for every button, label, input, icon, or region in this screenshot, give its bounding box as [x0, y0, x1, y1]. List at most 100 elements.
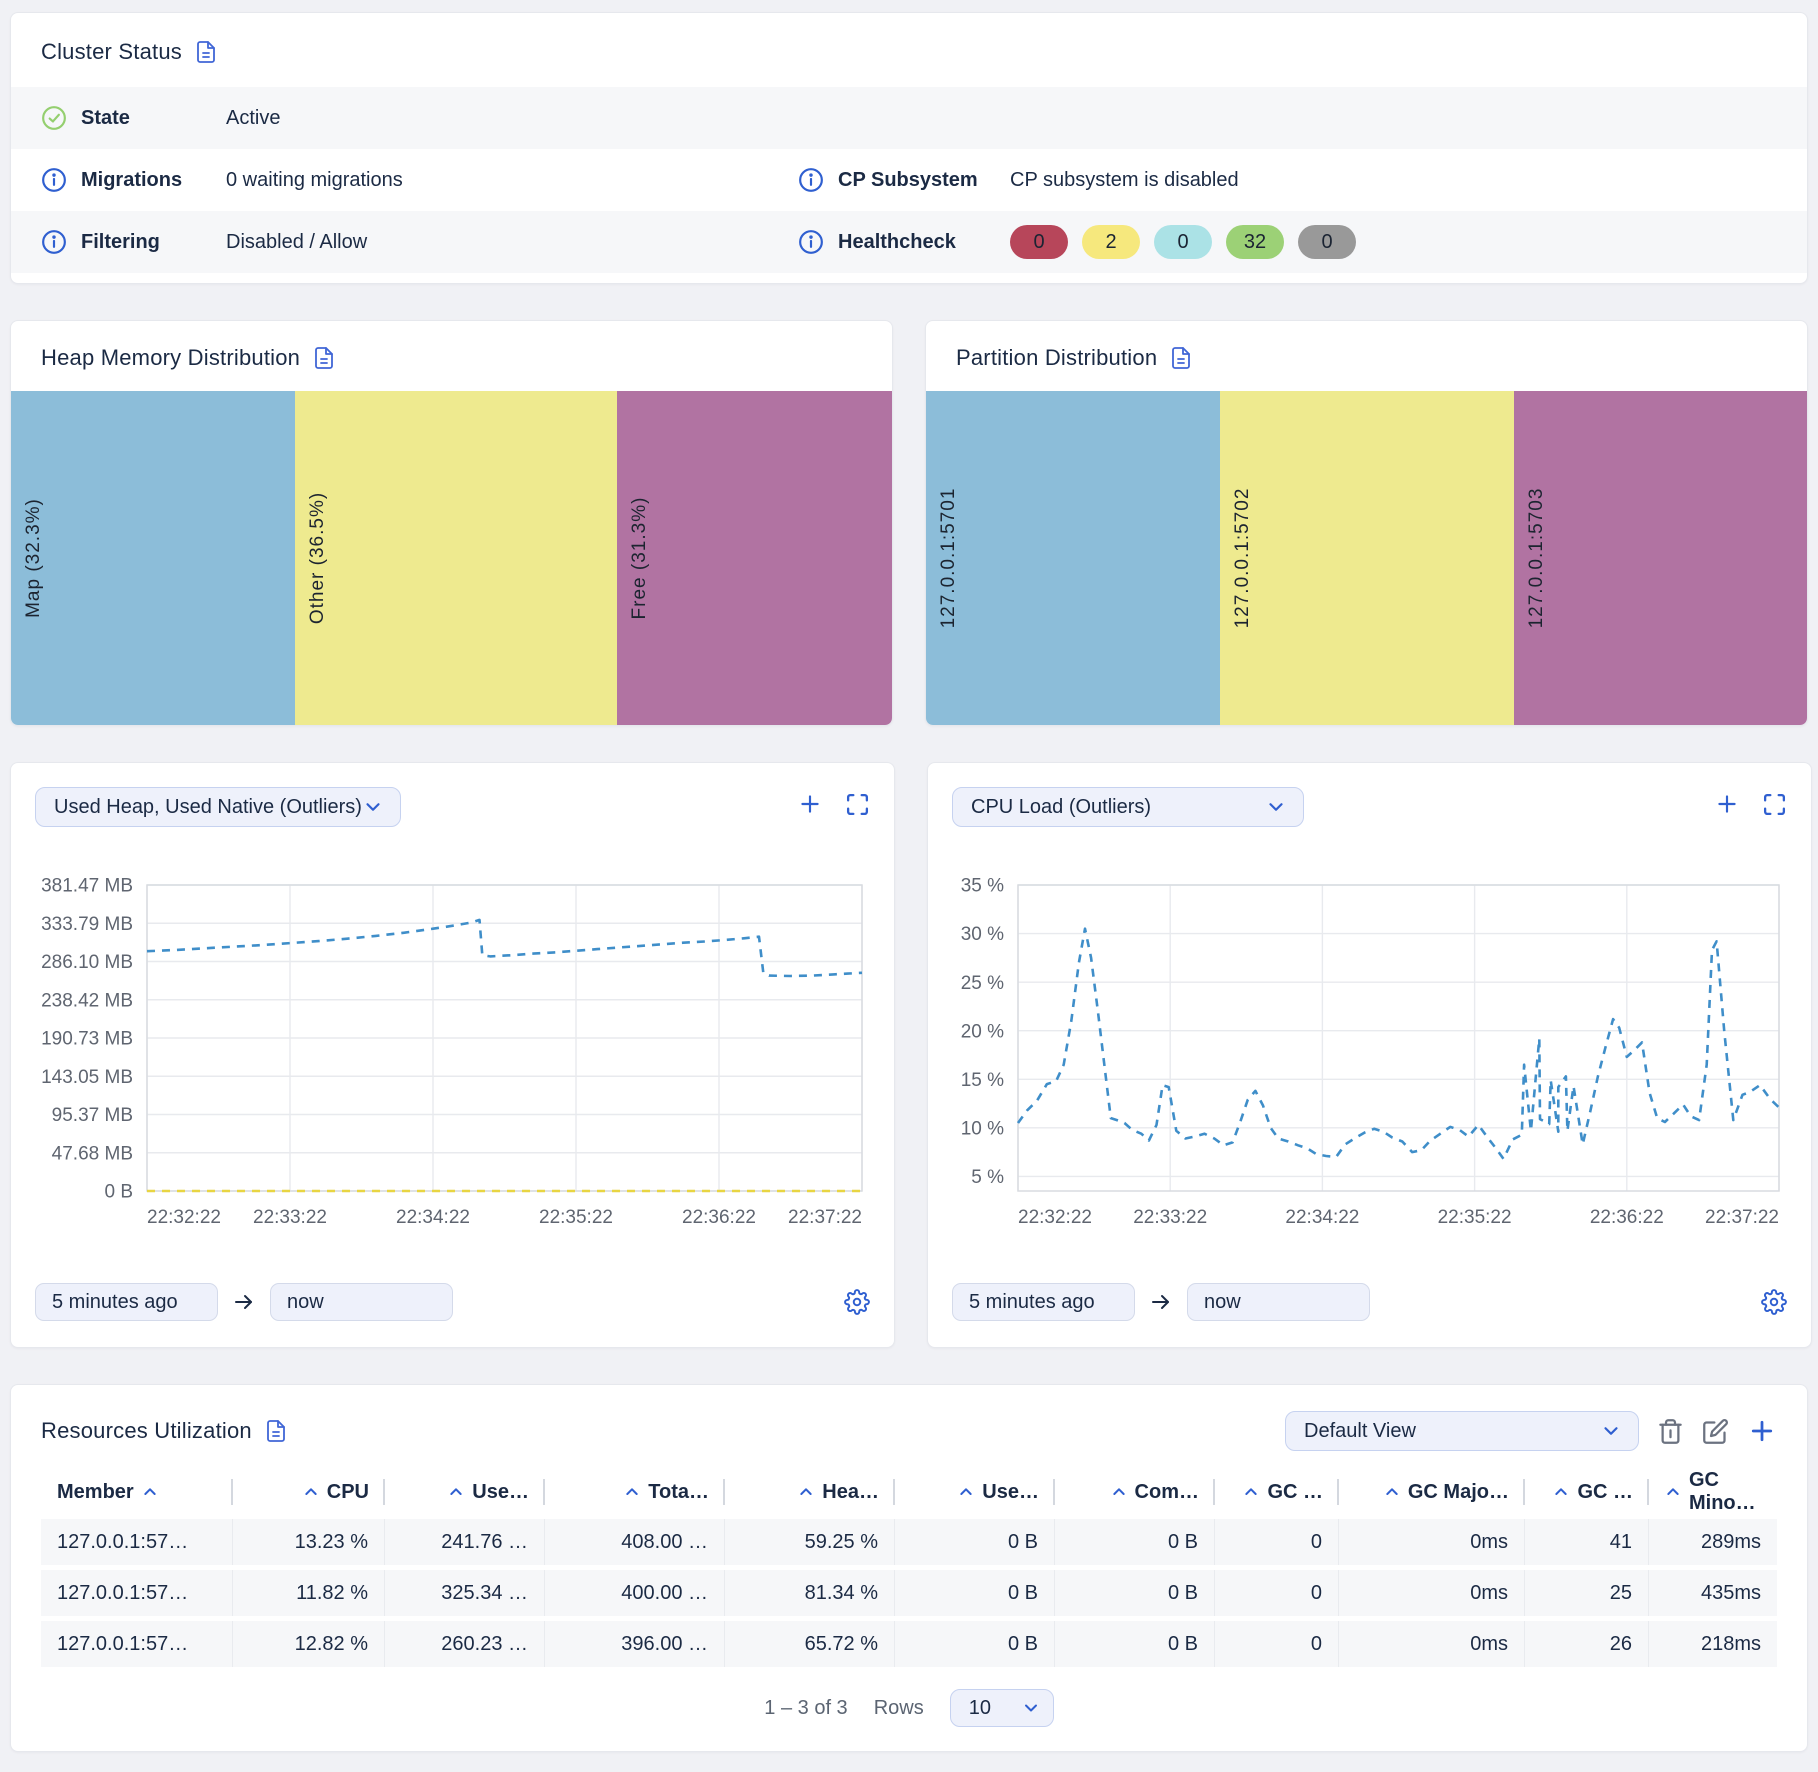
gear-icon[interactable]: [844, 1289, 870, 1315]
edit-view-icon[interactable]: [1702, 1418, 1729, 1445]
table-cell: 12.82 %: [233, 1621, 385, 1667]
distribution-segment[interactable]: Free (31.3%): [617, 391, 892, 725]
distribution-segment[interactable]: 127.0.0.1:5703: [1514, 391, 1807, 725]
distribution-segment[interactable]: 127.0.0.1:5701: [926, 391, 1220, 725]
column-header-label: Use…: [472, 1481, 529, 1504]
document-icon[interactable]: [312, 345, 336, 371]
table-cell: 25: [1525, 1570, 1649, 1616]
heap-distribution-title: Heap Memory Distribution: [41, 345, 300, 371]
column-header-4[interactable]: Hea…: [725, 1481, 895, 1504]
distribution-segment[interactable]: 127.0.0.1:5702: [1220, 391, 1513, 725]
column-header-7[interactable]: GC …: [1215, 1481, 1339, 1504]
table-cell: 127.0.0.1:57…: [41, 1621, 233, 1667]
svg-text:22:35:22: 22:35:22: [1438, 1207, 1512, 1228]
svg-text:238.42 MB: 238.42 MB: [41, 990, 133, 1011]
resources-utilization-title: Resources Utilization: [41, 1418, 252, 1444]
svg-text:47.68 MB: 47.68 MB: [52, 1143, 133, 1164]
svg-text:22:32:22: 22:32:22: [1018, 1207, 1092, 1228]
distribution-segment-label: 127.0.0.1:5701: [938, 488, 960, 629]
table-cell: 81.34 %: [725, 1570, 895, 1616]
column-header-label: GC …: [1267, 1481, 1323, 1504]
table-cell: 127.0.0.1:57…: [41, 1519, 233, 1565]
state-row: State Active: [11, 87, 1807, 149]
column-header-2[interactable]: Use…: [385, 1481, 545, 1504]
rows-per-page-label: Rows: [874, 1697, 924, 1720]
table-row[interactable]: 127.0.0.1:57…11.82 %325.34 …400.00 …81.3…: [41, 1570, 1777, 1616]
column-header-8[interactable]: GC Majo…: [1339, 1481, 1525, 1504]
column-header-6[interactable]: Com…: [1055, 1481, 1215, 1504]
info-icon[interactable]: [41, 229, 67, 255]
sort-caret-icon[interactable]: [1553, 1484, 1569, 1500]
table-cell: 127.0.0.1:57…: [41, 1570, 233, 1616]
column-header-1[interactable]: CPU: [233, 1481, 385, 1504]
svg-text:22:35:22: 22:35:22: [539, 1207, 613, 1228]
add-chart-icon[interactable]: [1714, 791, 1740, 817]
table-cell: 260.23 …: [385, 1621, 545, 1667]
sort-caret-icon[interactable]: [958, 1484, 974, 1500]
svg-text:35 %: 35 %: [961, 877, 1004, 897]
sort-caret-icon[interactable]: [798, 1484, 814, 1500]
heap-distribution-bar: Map (32.3%)Other (36.5%)Free (31.3%): [11, 391, 892, 725]
time-to-input[interactable]: [270, 1283, 453, 1321]
column-header-5[interactable]: Use…: [895, 1481, 1055, 1504]
sort-caret-icon[interactable]: [1111, 1484, 1127, 1500]
pagination-range: 1 – 3 of 3: [764, 1697, 847, 1720]
time-from-input[interactable]: [952, 1283, 1135, 1321]
column-header-9[interactable]: GC …: [1525, 1481, 1649, 1504]
column-header-10[interactable]: GC Mino…: [1649, 1469, 1777, 1515]
healthcheck-badges: 020320: [1010, 225, 1777, 259]
svg-text:5 %: 5 %: [971, 1167, 1004, 1188]
rows-per-page-select[interactable]: 10: [950, 1689, 1054, 1727]
sort-caret-icon[interactable]: [1665, 1484, 1681, 1500]
metric-select-value: Used Heap, Used Native (Outliers): [54, 796, 362, 819]
table-cell: 241.76 …: [385, 1519, 545, 1565]
column-header-3[interactable]: Tota…: [545, 1481, 725, 1504]
time-to-input[interactable]: [1187, 1283, 1370, 1321]
healthcheck-badge: 0: [1154, 225, 1212, 259]
table-row[interactable]: 127.0.0.1:57…13.23 %241.76 …408.00 …59.2…: [41, 1519, 1777, 1565]
sort-caret-icon[interactable]: [1384, 1484, 1400, 1500]
svg-text:22:37:22: 22:37:22: [1705, 1207, 1779, 1228]
table-row[interactable]: 127.0.0.1:57…12.82 %260.23 …396.00 …65.7…: [41, 1621, 1777, 1667]
document-icon[interactable]: [194, 39, 218, 65]
distribution-segment[interactable]: Other (36.5%): [295, 391, 616, 725]
gear-icon[interactable]: [1761, 1289, 1787, 1315]
add-chart-icon[interactable]: [797, 791, 823, 817]
metric-select-value: CPU Load (Outliers): [971, 796, 1151, 819]
metric-select[interactable]: CPU Load (Outliers): [952, 787, 1304, 827]
svg-text:143.05 MB: 143.05 MB: [41, 1067, 133, 1088]
fullscreen-icon[interactable]: [845, 792, 870, 817]
delete-view-icon[interactable]: [1657, 1418, 1684, 1445]
migrations-value: 0 waiting migrations: [226, 169, 798, 192]
view-select[interactable]: Default View: [1285, 1411, 1639, 1451]
state-label-group: State: [41, 105, 226, 131]
add-view-icon[interactable]: [1747, 1416, 1777, 1446]
time-from-input[interactable]: [35, 1283, 218, 1321]
sort-caret-icon[interactable]: [142, 1484, 158, 1500]
table-cell: 0 B: [895, 1621, 1055, 1667]
healthcheck-label-group: Healthcheck: [798, 229, 1010, 255]
metric-select[interactable]: Used Heap, Used Native (Outliers): [35, 787, 401, 827]
document-icon[interactable]: [264, 1418, 288, 1444]
sort-caret-icon[interactable]: [448, 1484, 464, 1500]
table-cell: 289ms: [1649, 1519, 1777, 1565]
svg-text:22:37:22: 22:37:22: [788, 1207, 862, 1228]
svg-text:333.79 MB: 333.79 MB: [41, 914, 133, 935]
column-header-member[interactable]: Member: [41, 1481, 233, 1504]
document-icon[interactable]: [1169, 345, 1193, 371]
svg-text:22:36:22: 22:36:22: [682, 1207, 756, 1228]
distribution-segment[interactable]: Map (32.3%): [11, 391, 295, 725]
info-icon[interactable]: [798, 229, 824, 255]
filtering-value: Disabled / Allow: [226, 231, 798, 254]
sort-caret-icon[interactable]: [303, 1484, 319, 1500]
sort-caret-icon[interactable]: [624, 1484, 640, 1500]
table-cell: 26: [1525, 1621, 1649, 1667]
table-cell: 0ms: [1339, 1519, 1525, 1565]
info-icon[interactable]: [41, 167, 67, 193]
column-header-label: Tota…: [648, 1481, 709, 1504]
table-cell: 41: [1525, 1519, 1649, 1565]
sort-caret-icon[interactable]: [1243, 1484, 1259, 1500]
info-icon[interactable]: [798, 167, 824, 193]
fullscreen-icon[interactable]: [1762, 792, 1787, 817]
filtering-healthcheck-row: Filtering Disabled / Allow Healthcheck 0…: [11, 211, 1807, 273]
